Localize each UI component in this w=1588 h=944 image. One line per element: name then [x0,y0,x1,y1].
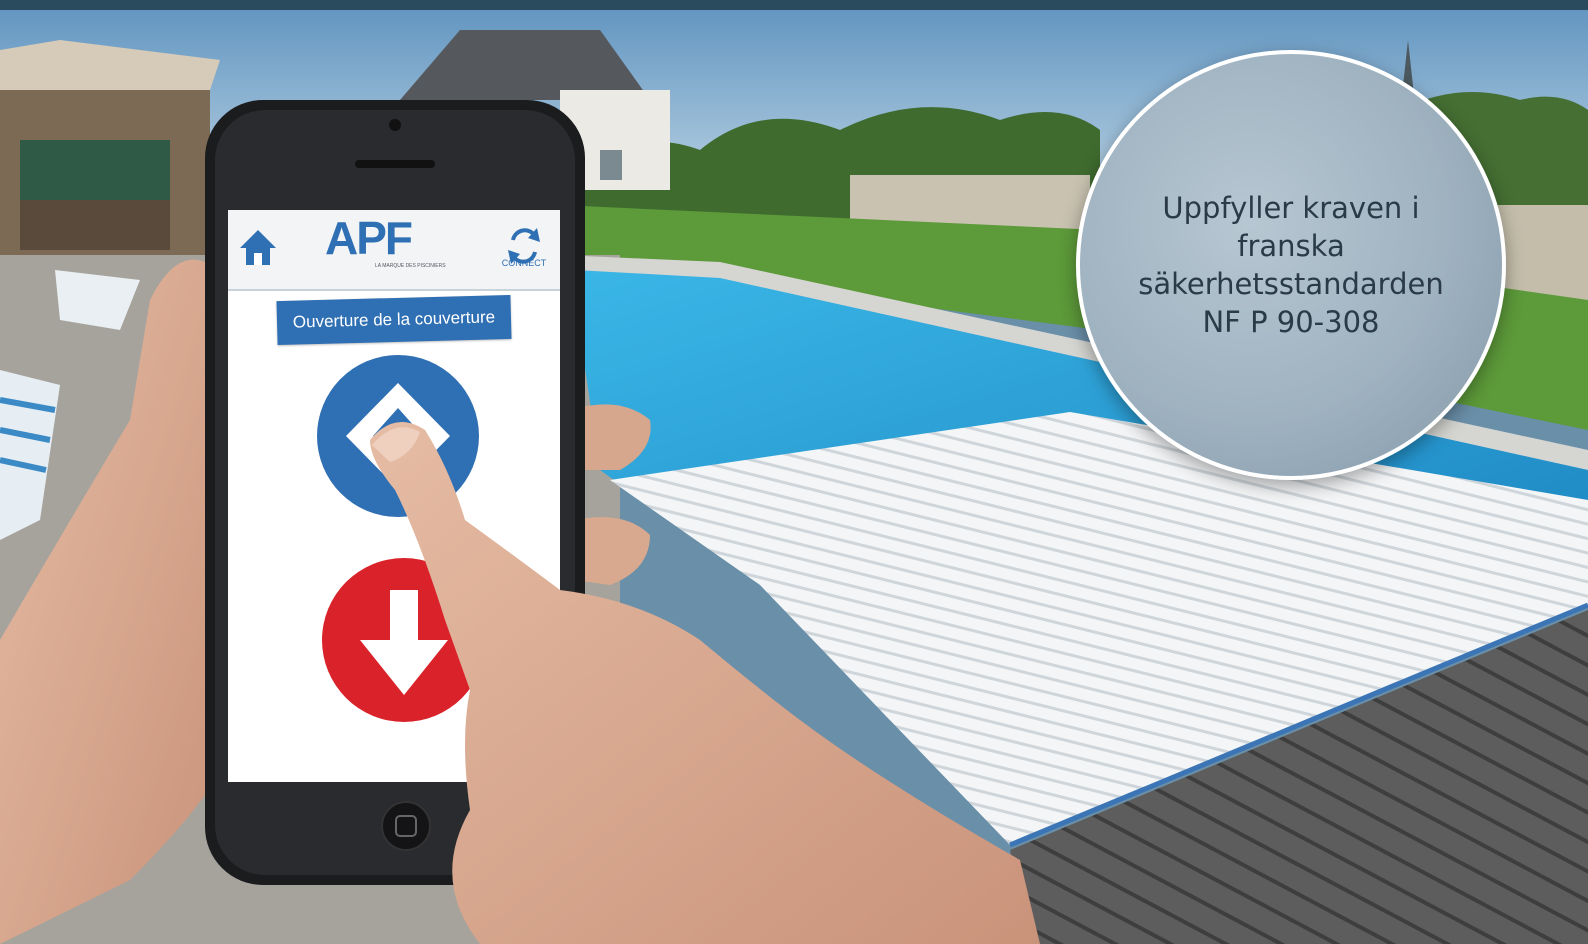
cover-open-banner[interactable]: Ouverture de la couverture [276,294,512,346]
cover-open-banner-label: Ouverture de la couverture [292,307,496,332]
badge-line-3: säkerhetsstandarden [1138,267,1444,301]
info-badge: Uppfyller kraven i franska säkerhetsstan… [1076,50,1506,480]
connect-label[interactable]: CONNECT [498,258,550,268]
apf-logo-text: APF [325,212,413,264]
top-bar [0,0,1588,10]
badge-line-4: NF P 90-308 [1202,305,1380,339]
badge-line-2: franska [1237,229,1345,263]
apf-logo-tagline: LA MARQUE DES PISCINIERS [375,263,446,269]
phone-speaker [355,160,435,168]
apf-logo: APF LA MARQUE DES PISCINIERS [325,213,460,273]
badge-text: Uppfyller kraven i franska säkerhetsstan… [1131,189,1451,341]
badge-line-1: Uppfyller kraven i [1162,191,1420,225]
home-button [381,801,431,851]
